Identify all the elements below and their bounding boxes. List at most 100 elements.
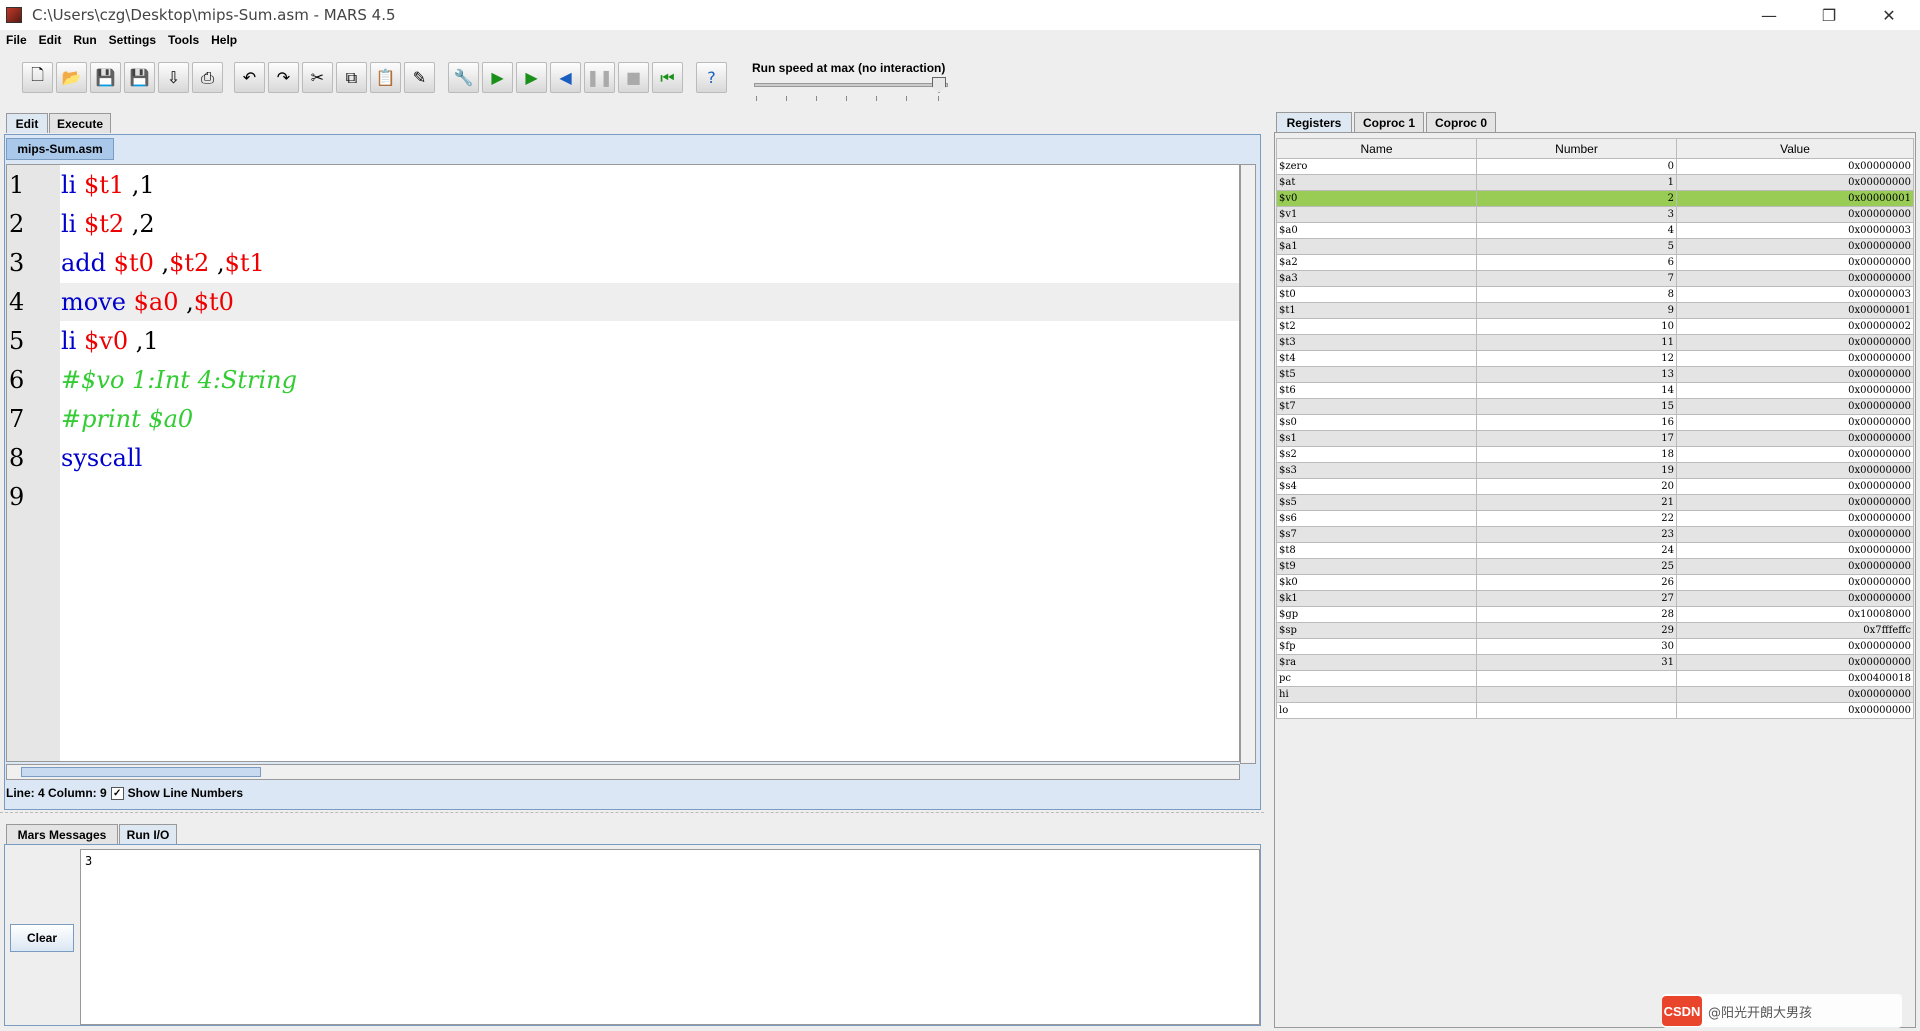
redo-icon[interactable]: ↷	[268, 62, 299, 93]
panel-splitter[interactable]	[0, 812, 1264, 818]
register-value[interactable]: 0x00000000	[1676, 238, 1914, 255]
register-row[interactable]: $s7 23 0x00000000	[1276, 526, 1914, 543]
register-row[interactable]: $t2 10 0x00000002	[1276, 318, 1914, 335]
register-value[interactable]: 0x10008000	[1676, 606, 1914, 623]
run-speed-slider[interactable]	[754, 83, 948, 87]
register-value[interactable]: 0x00000000	[1676, 654, 1914, 671]
find-replace-icon[interactable]: ✎	[404, 62, 435, 93]
register-value[interactable]: 0x00000000	[1676, 494, 1914, 511]
code-line[interactable]: li $t1 ,1	[61, 171, 155, 199]
register-value[interactable]: 0x00000000	[1676, 206, 1914, 223]
register-value[interactable]: 0x00000000	[1676, 382, 1914, 399]
register-value[interactable]: 0x00400018	[1676, 670, 1914, 687]
register-value[interactable]: 0x00000000	[1676, 430, 1914, 447]
register-value[interactable]: 0x00000000	[1676, 158, 1914, 175]
register-row[interactable]: $s4 20 0x00000000	[1276, 478, 1914, 495]
register-row[interactable]: $t5 13 0x00000000	[1276, 366, 1914, 383]
register-row[interactable]: $sp 29 0x7fffeffc	[1276, 622, 1914, 639]
code-line[interactable]: li $v0 ,1	[61, 327, 159, 355]
register-row[interactable]: $v1 3 0x00000000	[1276, 206, 1914, 223]
clear-button[interactable]: Clear	[10, 924, 74, 952]
horizontal-scroll-thumb[interactable]	[21, 767, 261, 777]
menu-edit[interactable]: Edit	[39, 33, 62, 47]
tab-coproc1[interactable]: Coproc 1	[1354, 112, 1424, 132]
editor-vertical-scrollbar[interactable]	[1240, 164, 1256, 764]
register-row[interactable]: $s0 16 0x00000000	[1276, 414, 1914, 431]
paste-icon[interactable]: 📋	[370, 62, 401, 93]
dump-memory-icon[interactable]: ⇩	[158, 62, 189, 93]
register-row[interactable]: pc 0x00400018	[1276, 670, 1914, 687]
restore-icon[interactable]: ❐	[1800, 0, 1858, 30]
register-value[interactable]: 0x00000000	[1676, 270, 1914, 287]
code-line[interactable]: #$vo 1:Int 4:String	[61, 366, 297, 394]
menu-file[interactable]: File	[6, 33, 27, 47]
run-io-output[interactable]: 3	[80, 849, 1260, 1025]
register-row[interactable]: $v0 2 0x00000001	[1276, 190, 1914, 207]
register-value[interactable]: 0x00000000	[1676, 414, 1914, 431]
save-icon[interactable]: 💾	[90, 62, 121, 93]
register-value[interactable]: 0x00000000	[1676, 334, 1914, 351]
register-value[interactable]: 0x00000000	[1676, 702, 1914, 719]
register-value[interactable]: 0x00000000	[1676, 510, 1914, 527]
register-row[interactable]: $s1 17 0x00000000	[1276, 430, 1914, 447]
register-value[interactable]: 0x00000000	[1676, 462, 1914, 479]
tab-registers[interactable]: Registers	[1276, 112, 1352, 132]
cut-icon[interactable]: ✂	[302, 62, 333, 93]
register-value[interactable]: 0x00000001	[1676, 302, 1914, 319]
copy-icon[interactable]: ⧉	[336, 62, 367, 93]
register-value[interactable]: 0x00000000	[1676, 174, 1914, 191]
register-row[interactable]: $s5 21 0x00000000	[1276, 494, 1914, 511]
register-row[interactable]: $zero 0 0x00000000	[1276, 158, 1914, 175]
register-value[interactable]: 0x00000000	[1676, 574, 1914, 591]
tab-execute[interactable]: Execute	[49, 113, 111, 133]
undo-icon[interactable]: ↶	[234, 62, 265, 93]
register-row[interactable]: $t3 11 0x00000000	[1276, 334, 1914, 351]
file-tab-mips-sum[interactable]: mips-Sum.asm	[6, 138, 114, 160]
register-value[interactable]: 0x00000000	[1676, 686, 1914, 703]
register-row[interactable]: $s3 19 0x00000000	[1276, 462, 1914, 479]
register-row[interactable]: $a1 5 0x00000000	[1276, 238, 1914, 255]
register-value[interactable]: 0x00000000	[1676, 398, 1914, 415]
code-line[interactable]: #print $a0	[61, 405, 193, 433]
register-row[interactable]: $k0 26 0x00000000	[1276, 574, 1914, 591]
register-value[interactable]: 0x7fffeffc	[1676, 622, 1914, 639]
run-icon[interactable]: ▶	[482, 62, 513, 93]
close-icon[interactable]: ✕	[1860, 0, 1918, 30]
help-icon[interactable]: ?	[696, 62, 727, 93]
code-line[interactable]: li $t2 ,2	[61, 210, 155, 238]
register-value[interactable]: 0x00000001	[1676, 190, 1914, 207]
reset-icon[interactable]: ⏮	[652, 62, 683, 93]
step-icon[interactable]: ▶	[516, 62, 547, 93]
register-row[interactable]: $k1 27 0x00000000	[1276, 590, 1914, 607]
register-row[interactable]: $t9 25 0x00000000	[1276, 558, 1914, 575]
register-value[interactable]: 0x00000000	[1676, 542, 1914, 559]
minimize-icon[interactable]: —	[1740, 0, 1798, 30]
tab-run-io[interactable]: Run I/O	[119, 824, 177, 844]
register-value[interactable]: 0x00000000	[1676, 590, 1914, 607]
register-value[interactable]: 0x00000000	[1676, 558, 1914, 575]
register-row[interactable]: $t4 12 0x00000000	[1276, 350, 1914, 367]
register-row[interactable]: $a0 4 0x00000003	[1276, 222, 1914, 239]
pause-icon[interactable]: ❚❚	[584, 62, 615, 93]
register-row[interactable]: $t7 15 0x00000000	[1276, 398, 1914, 415]
register-value[interactable]: 0x00000000	[1676, 638, 1914, 655]
code-line[interactable]: move $a0 ,$t0	[61, 288, 234, 316]
code-line[interactable]: syscall	[61, 444, 142, 472]
menu-help[interactable]: Help	[211, 33, 237, 47]
register-row[interactable]: hi 0x00000000	[1276, 686, 1914, 703]
register-row[interactable]: $at 1 0x00000000	[1276, 174, 1914, 191]
show-line-numbers-checkbox[interactable]: ✓	[110, 786, 124, 800]
register-value[interactable]: 0x00000003	[1676, 286, 1914, 303]
column-header-value[interactable]: Value	[1676, 138, 1914, 159]
register-row[interactable]: lo 0x00000000	[1276, 702, 1914, 719]
register-row[interactable]: $t0 8 0x00000003	[1276, 286, 1914, 303]
menu-settings[interactable]: Settings	[109, 33, 156, 47]
register-row[interactable]: $fp 30 0x00000000	[1276, 638, 1914, 655]
register-row[interactable]: $s2 18 0x00000000	[1276, 446, 1914, 463]
menu-run[interactable]: Run	[73, 33, 96, 47]
column-header-name[interactable]: Name	[1276, 138, 1477, 159]
save-as-icon[interactable]: 💾	[124, 62, 155, 93]
tab-coproc0[interactable]: Coproc 0	[1426, 112, 1496, 132]
open-file-icon[interactable]: 📂	[56, 62, 87, 93]
code-editor[interactable]: 1 li $t1 ,1 2 li $t2 ,2 3 add $t0 ,$t2 ,$t1 4 m…	[6, 164, 1240, 762]
